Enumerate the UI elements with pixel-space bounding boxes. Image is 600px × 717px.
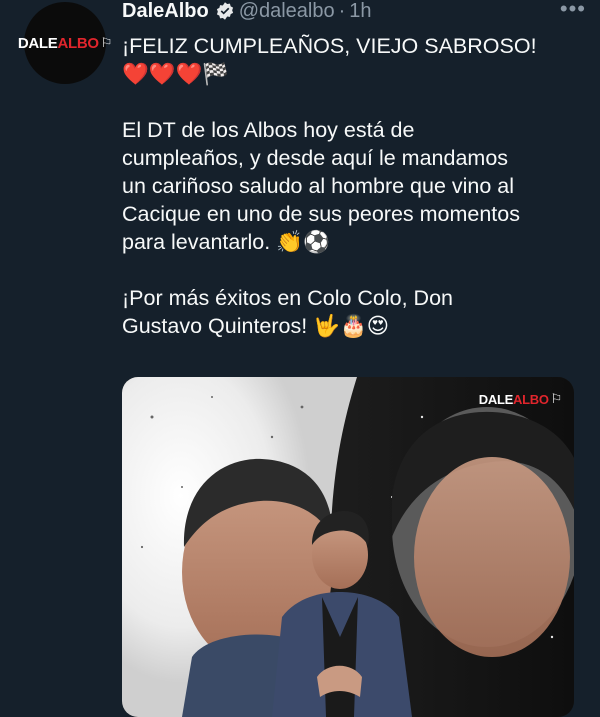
logo-text-dale: DALE [17, 34, 58, 52]
logo-text-albo: ALBO [513, 391, 549, 407]
verified-badge-icon [216, 2, 233, 20]
handle[interactable]: @dalealbo [239, 0, 335, 23]
display-name[interactable]: DaleAlbo [122, 0, 209, 23]
tweet-line: Gustavo Quinteros! 🤟🎂😍 [122, 314, 390, 338]
tweet-line: ¡FELIZ CUMPLEAÑOS, VIEJO SABROSO! [122, 34, 537, 58]
media-illustration [122, 377, 574, 717]
flag-icon: ⚐ [100, 35, 113, 50]
timestamp[interactable]: 1h [349, 0, 371, 23]
logo-text-dale: DALE [478, 391, 514, 407]
emoji-line: ❤️❤️❤️🏁 [122, 62, 230, 86]
tweet-line: un cariñoso saludo al hombre que vino al [122, 174, 515, 198]
tweet-line: cumpleaños, y desde aquí le mandamos [122, 146, 509, 170]
tweet-line: ¡Por más éxitos en Colo Colo, Don [122, 286, 454, 310]
tweet-text: ¡FELIZ CUMPLEAÑOS, VIEJO SABROSO! ❤️❤️❤️… [122, 32, 584, 340]
avatar[interactable]: DALE ALBO ⚐ [18, 2, 112, 84]
tweet-line: Cacique en uno de sus peores momentos [122, 202, 520, 226]
tweet-header: DaleAlbo @dalealbo · 1h [122, 0, 372, 22]
tweet-line: para levantarlo. 👏⚽ [122, 230, 330, 254]
separator-dot: · [338, 0, 346, 22]
logo-text-albo: ALBO [57, 34, 100, 52]
flag-icon: ⚐ [550, 391, 563, 406]
dalealbo-logo: DALE ALBO ⚐ [17, 34, 113, 52]
media-watermark-logo: DALE ALBO ⚐ [478, 391, 563, 407]
tweet-line: El DT de los Albos hoy está de [122, 118, 415, 142]
more-options-icon[interactable]: ••• [560, 0, 586, 22]
tweet-media-image[interactable]: DALE ALBO ⚐ [122, 377, 574, 717]
